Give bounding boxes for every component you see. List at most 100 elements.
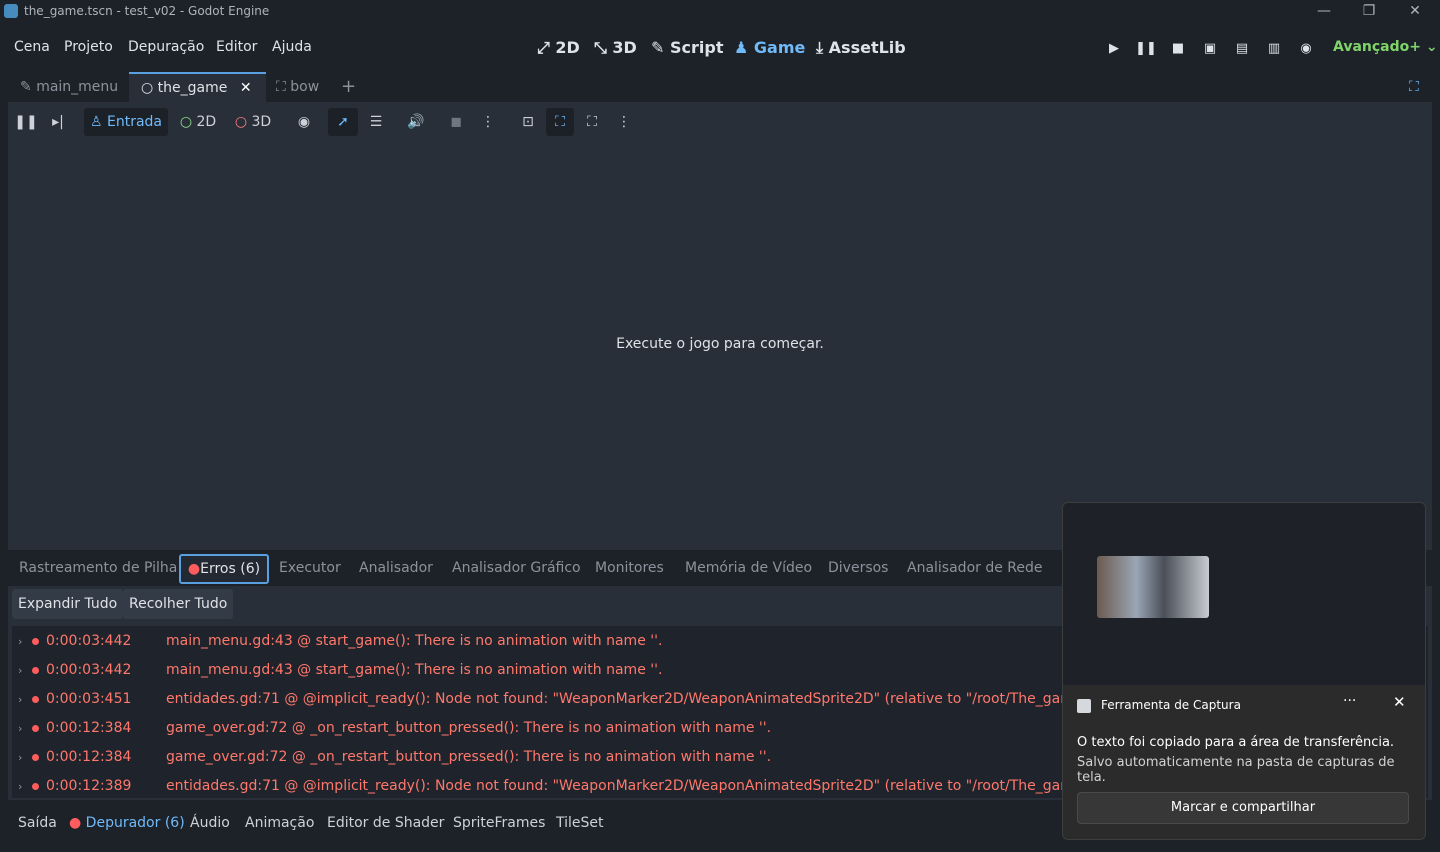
error-time: 0:00:03:442	[46, 662, 132, 678]
stop-button[interactable]: ■	[1167, 38, 1189, 60]
error-dot-icon	[32, 638, 39, 645]
menu-editor[interactable]: Editor	[216, 39, 257, 55]
bottom-tab-output[interactable]: Saída	[18, 815, 57, 831]
bottom-tab-audio[interactable]: Áudio	[190, 815, 230, 831]
bottom-tab-spriteframes[interactable]: SpriteFrames	[453, 815, 545, 831]
camera-override-button[interactable]: ◼	[444, 108, 468, 136]
close-tab-icon[interactable]: ✕	[240, 80, 252, 96]
collapse-all-button[interactable]: Recolher Tudo	[123, 589, 234, 619]
thumbnail-image	[1097, 556, 1209, 618]
scene-tab-bow[interactable]: ⛶ bow	[270, 72, 325, 102]
workspace-game-label: Game	[753, 38, 806, 57]
error-time: 0:00:12:384	[46, 749, 132, 765]
remote-debug-button[interactable]: ▣	[1199, 38, 1221, 60]
bottom-tab-tileset[interactable]: TileSet	[556, 815, 604, 831]
person-icon: ♙	[89, 114, 103, 130]
error-time: 0:00:12:384	[46, 720, 132, 736]
chevron-right-icon[interactable]: ›	[18, 743, 22, 772]
chevron-right-icon[interactable]: ›	[18, 656, 22, 685]
circle-3d-icon: ○	[234, 114, 248, 130]
list-select-icon: ☰	[369, 114, 383, 130]
visibility-button[interactable]: ◉	[292, 108, 316, 136]
camera-options-button[interactable]: ⋮	[476, 108, 500, 136]
error-message: main_menu.gd:43 @ start_game(): There is…	[166, 633, 663, 649]
close-notification-button[interactable]: ✕	[1393, 693, 1406, 711]
screenshot-thumbnail[interactable]	[1063, 503, 1425, 685]
window-title: the_game.tscn - test_v02 - Godot Engine	[24, 4, 270, 18]
pause-button[interactable]: ❚❚	[1135, 38, 1157, 60]
error-message: entidades.gd:71 @ @implicit_ready(): Nod…	[166, 778, 1124, 794]
error-dot-icon	[32, 754, 39, 761]
menu-cena[interactable]: Cena	[14, 39, 50, 55]
script-icon: ✎	[651, 38, 665, 57]
suspend-button[interactable]: ❚❚	[14, 108, 38, 136]
2d-icon: ⤢	[537, 38, 550, 57]
run-hint-text: Execute o jogo para começar.	[616, 336, 824, 352]
embed-options-button[interactable]: ⋮	[612, 108, 636, 136]
bottom-tab-debugger-label: Depurador (6)	[85, 815, 185, 831]
stretch-button[interactable]: ⛶	[546, 108, 574, 136]
stop-icon: ■	[1171, 41, 1185, 56]
movie-maker-button[interactable]: ◉	[1295, 38, 1317, 60]
select-3d-button[interactable]: ○ 3D	[230, 108, 276, 136]
fixed-size-button[interactable]: ⊡	[516, 108, 540, 136]
3d-icon: ⤡	[594, 38, 607, 57]
markup-share-button[interactable]: Marcar e compartilhar	[1077, 792, 1409, 824]
tab-misc[interactable]: Diversos	[828, 560, 888, 576]
input-mode-button[interactable]: ♙ Entrada	[84, 108, 168, 136]
fullscreen-icon: ⛶	[1409, 79, 1419, 95]
tab-network-profiler[interactable]: Analisador de Rede	[907, 560, 1043, 576]
chevron-right-icon[interactable]: ›	[18, 772, 22, 798]
error-message: game_over.gd:72 @ _on_restart_button_pre…	[166, 720, 772, 736]
snip-notification[interactable]: Ferramenta de Captura ··· ✕ O texto foi …	[1062, 502, 1426, 840]
snipping-tool-icon	[1077, 699, 1091, 713]
pause-icon: ❚❚	[1135, 41, 1157, 56]
close-window-button[interactable]: ✕	[1392, 0, 1438, 24]
more-options-button[interactable]: ···	[1343, 693, 1356, 709]
chevron-right-icon[interactable]: ›	[18, 714, 22, 743]
chevron-down-icon: ⌄	[1425, 39, 1438, 55]
keep-aspect-button[interactable]: ⛶	[580, 108, 604, 136]
tab-stack-trace[interactable]: Rastreamento de Pilha	[19, 560, 177, 576]
play-project-button[interactable]: ▶	[1103, 38, 1125, 60]
bottom-tab-animation[interactable]: Animação	[245, 815, 314, 831]
tab-errors[interactable]: ●Erros (6)	[179, 554, 269, 584]
frame-icon: ⊡	[522, 114, 534, 130]
expand-all-button[interactable]: Expandir Tudo	[12, 589, 124, 619]
play-custom-scene-button[interactable]: ▥	[1263, 38, 1285, 60]
play-scene-button[interactable]: ▤	[1231, 38, 1253, 60]
renderer-selector[interactable]: Avançado+ ⌄	[1333, 39, 1438, 55]
select-mode-button[interactable]: ➚	[328, 108, 358, 136]
mute-button[interactable]: 🔊	[404, 108, 428, 136]
minimize-button[interactable]: —	[1301, 0, 1347, 24]
workspace-game[interactable]: ♟ Game	[734, 38, 805, 57]
menu-projeto[interactable]: Projeto	[64, 39, 113, 55]
tab-monitors[interactable]: Monitores	[595, 560, 664, 576]
distraction-free-button[interactable]: ⛶	[1409, 72, 1419, 102]
tab-profiler[interactable]: Analisador	[359, 560, 433, 576]
next-frame-button[interactable]: ▸|	[46, 108, 70, 136]
chevron-right-icon[interactable]: ›	[18, 627, 22, 656]
tab-video-memory[interactable]: Memória de Vídeo	[685, 560, 812, 576]
tab-errors-label: Erros (6)	[200, 561, 261, 577]
eye-icon: ◉	[297, 114, 311, 130]
add-scene-tab-button[interactable]: +	[341, 72, 356, 102]
menu-depuracao[interactable]: Depuração	[128, 39, 204, 55]
scene-2d-icon: ⛶	[276, 79, 286, 95]
tab-visual-profiler[interactable]: Analisador Gráfico	[452, 560, 581, 576]
workspace-script[interactable]: ✎ Script	[651, 38, 723, 57]
tab-evaluator[interactable]: Executor	[279, 560, 341, 576]
menu-ajuda[interactable]: Ajuda	[272, 39, 312, 55]
select-2d-button[interactable]: ○ 2D	[176, 108, 220, 136]
bottom-tab-debugger[interactable]: ● Depurador (6)	[69, 815, 185, 831]
bottom-tab-shader-editor[interactable]: Editor de Shader	[327, 815, 444, 831]
expand-icon: ⛶	[555, 114, 565, 130]
workspace-assetlib[interactable]: ⤓ AssetLib	[816, 38, 906, 58]
scene-tab-the-game[interactable]: ○ the_game ✕	[129, 72, 266, 102]
chevron-right-icon[interactable]: ›	[18, 685, 22, 714]
list-select-button[interactable]: ☰	[364, 108, 388, 136]
maximize-button[interactable]: ❐	[1346, 0, 1392, 24]
workspace-2d[interactable]: ⤢ 2D	[537, 38, 580, 58]
workspace-3d[interactable]: ⤡ 3D	[594, 38, 637, 58]
scene-tab-main-menu[interactable]: ✎ main_menu	[14, 72, 128, 102]
